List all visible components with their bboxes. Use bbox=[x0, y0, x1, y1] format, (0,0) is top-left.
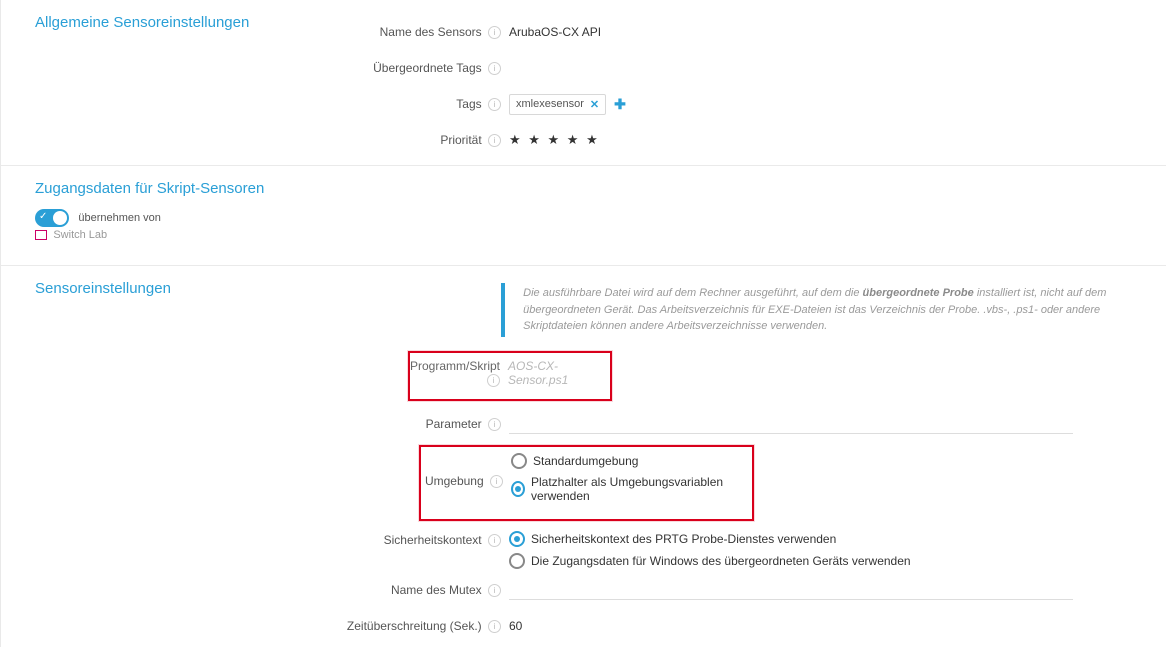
row-security: Sicherheitskontext i Sicherheitskontext … bbox=[1, 531, 1166, 569]
label-tags-text: Tags bbox=[456, 97, 481, 111]
help-icon[interactable]: i bbox=[488, 26, 501, 39]
value-sensor-name[interactable]: ArubaOS-CX API bbox=[509, 25, 1166, 39]
help-icon[interactable]: i bbox=[490, 475, 503, 488]
label-sensor-name-text: Name des Sensors bbox=[380, 25, 482, 39]
value-mutex bbox=[509, 579, 1166, 600]
inherit-text: übernehmen von bbox=[78, 212, 161, 224]
value-security: Sicherheitskontext des PRTG Probe-Dienst… bbox=[509, 531, 1166, 569]
label-script: Programm/Skript i bbox=[410, 359, 508, 387]
label-sensor-name: Name des Sensors i bbox=[1, 25, 509, 39]
help-icon[interactable]: i bbox=[488, 620, 501, 633]
label-timeout-text: Zeitüberschreitung (Sek.) bbox=[347, 619, 482, 633]
radio-security-windows[interactable]: Die Zugangsdaten für Windows des übergeo… bbox=[509, 553, 1157, 569]
help-icon[interactable]: i bbox=[487, 374, 500, 387]
radio-security-probe-label: Sicherheitskontext des PRTG Probe-Dienst… bbox=[531, 532, 836, 546]
label-environment: Umgebung i bbox=[421, 474, 511, 488]
label-environment-text: Umgebung bbox=[425, 474, 484, 488]
help-icon[interactable]: i bbox=[488, 134, 501, 147]
tag-chip[interactable]: xmlexesensor ✕ bbox=[509, 94, 606, 115]
info-text-bold: übergeordnete Probe bbox=[863, 287, 974, 299]
tag-remove-icon[interactable]: ✕ bbox=[590, 98, 599, 111]
label-mutex: Name des Mutex i bbox=[1, 583, 509, 597]
mutex-input[interactable] bbox=[509, 579, 1073, 600]
label-security: Sicherheitskontext i bbox=[1, 531, 509, 547]
radio-env-placeholders[interactable]: Platzhalter als Umgebungsvariablen verwe… bbox=[511, 475, 742, 503]
settings-page: Allgemeine Sensoreinstellungen Name des … bbox=[0, 0, 1166, 647]
label-priority-text: Priorität bbox=[440, 133, 481, 147]
row-parent-tags: Übergeordnete Tags i bbox=[1, 53, 1166, 83]
info-bar-icon bbox=[501, 283, 505, 337]
help-icon[interactable]: i bbox=[488, 534, 501, 547]
tag-chip-label: xmlexesensor bbox=[516, 98, 584, 110]
label-parent-tags: Übergeordnete Tags i bbox=[1, 61, 509, 75]
parameter-input[interactable] bbox=[509, 413, 1073, 434]
radio-env-placeholders-label: Platzhalter als Umgebungsvariablen verwe… bbox=[531, 475, 742, 503]
label-priority: Priorität i bbox=[1, 133, 509, 147]
help-icon[interactable]: i bbox=[488, 584, 501, 597]
section-title-credentials: Zugangsdaten für Skript-Sensoren bbox=[1, 166, 1166, 205]
value-script[interactable]: AOS-CX-Sensor.ps1 bbox=[508, 359, 610, 387]
label-mutex-text: Name des Mutex bbox=[391, 583, 482, 597]
help-icon[interactable]: i bbox=[488, 62, 501, 75]
row-timeout: Zeitüberschreitung (Sek.) i 60 bbox=[1, 611, 1166, 647]
device-icon bbox=[35, 230, 47, 240]
value-timeout[interactable]: 60 bbox=[509, 619, 1166, 633]
inherit-block: ✓ übernehmen von Switch Lab bbox=[1, 205, 1166, 255]
help-icon[interactable]: i bbox=[488, 98, 501, 111]
label-parameter: Parameter i bbox=[1, 417, 509, 431]
label-parameter-text: Parameter bbox=[426, 417, 482, 431]
value-environment: Standardumgebung Platzhalter als Umgebun… bbox=[511, 453, 752, 509]
row-parameter: Parameter i bbox=[1, 409, 1166, 439]
inherit-toggle[interactable]: ✓ bbox=[35, 209, 69, 227]
label-parent-tags-text: Übergeordnete Tags bbox=[373, 61, 482, 75]
row-mutex: Name des Mutex i bbox=[1, 575, 1166, 605]
radio-security-probe[interactable]: Sicherheitskontext des PRTG Probe-Dienst… bbox=[509, 531, 1157, 547]
tag-add-icon[interactable]: ✚ bbox=[614, 96, 626, 113]
info-callout: Die ausführbare Datei wird auf dem Rechn… bbox=[501, 283, 1166, 337]
value-priority[interactable]: ★ ★ ★ ★ ★ bbox=[509, 132, 1166, 148]
label-script-text: Programm/Skript bbox=[410, 359, 500, 373]
radio-env-default[interactable]: Standardumgebung bbox=[511, 453, 742, 469]
check-icon: ✓ bbox=[39, 211, 47, 222]
help-icon[interactable]: i bbox=[488, 418, 501, 431]
value-parameter bbox=[509, 413, 1166, 434]
row-tags: Tags i xmlexesensor ✕ ✚ bbox=[1, 89, 1166, 119]
radio-security-windows-label: Die Zugangsdaten für Windows des übergeo… bbox=[531, 554, 911, 568]
priority-stars[interactable]: ★ ★ ★ ★ ★ bbox=[509, 132, 600, 148]
value-tags: xmlexesensor ✕ ✚ bbox=[509, 94, 1166, 115]
label-tags: Tags i bbox=[1, 97, 509, 111]
radio-env-default-label: Standardumgebung bbox=[533, 454, 638, 468]
inherit-from-link[interactable]: Switch Lab bbox=[53, 229, 107, 241]
info-text: Die ausführbare Datei wird auf dem Rechn… bbox=[523, 283, 1166, 337]
label-timeout: Zeitüberschreitung (Sek.) i bbox=[1, 619, 509, 633]
highlight-box-script: Programm/Skript i AOS-CX-Sensor.ps1 bbox=[408, 351, 612, 401]
info-text-pre: Die ausführbare Datei wird auf dem Rechn… bbox=[523, 287, 862, 299]
label-security-text: Sicherheitskontext bbox=[384, 533, 482, 547]
row-priority: Priorität i ★ ★ ★ ★ ★ bbox=[1, 125, 1166, 155]
highlight-box-environment: Umgebung i Standardumgebung Platzhalter … bbox=[419, 445, 754, 521]
